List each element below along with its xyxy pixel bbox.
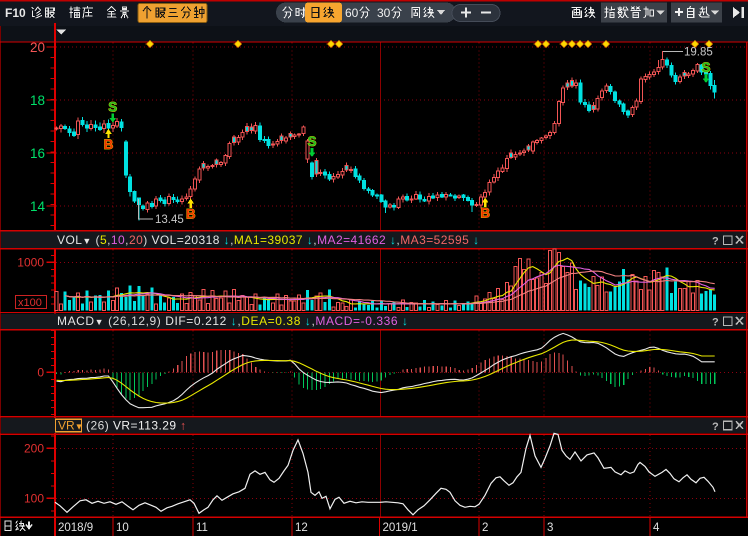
svg-text:2019/1: 2019/1 xyxy=(383,522,418,534)
svg-text:200: 200 xyxy=(24,441,44,455)
svg-text:19.85: 19.85 xyxy=(684,47,713,59)
svg-text:S: S xyxy=(307,134,316,149)
svg-text:?: ? xyxy=(712,317,719,329)
svg-text:F10: F10 xyxy=(5,6,26,20)
svg-text:3: 3 xyxy=(547,522,553,534)
svg-text:?: ? xyxy=(712,236,719,248)
svg-text:16: 16 xyxy=(30,146,45,161)
svg-text:VOL▼ (5,10,20) VOL=20318 ↓,M: VOL▼ (5,10,20) VOL=20318 ↓,MA1=39037 ↓,M… xyxy=(57,233,480,247)
svg-text:0: 0 xyxy=(37,366,44,380)
svg-text:10: 10 xyxy=(116,522,129,534)
svg-text:18: 18 xyxy=(30,93,45,108)
svg-text:?: ? xyxy=(712,421,719,433)
svg-text:4: 4 xyxy=(653,522,660,534)
svg-text:S: S xyxy=(108,100,117,115)
svg-text:100: 100 xyxy=(24,491,44,505)
svg-text:12: 12 xyxy=(295,522,308,534)
svg-text:2018/9: 2018/9 xyxy=(58,522,93,534)
svg-text:B: B xyxy=(104,137,114,152)
svg-text:2: 2 xyxy=(482,522,488,534)
svg-text:(26) VR=113.29 ↑: (26) VR=113.29 ↑ xyxy=(86,419,187,433)
svg-text:13.45: 13.45 xyxy=(155,214,184,226)
svg-text:30: 30 xyxy=(377,6,391,20)
svg-text:x100: x100 xyxy=(18,297,42,309)
svg-text:14: 14 xyxy=(30,199,46,214)
svg-text:1000: 1000 xyxy=(17,256,44,270)
svg-text:S: S xyxy=(701,60,710,75)
svg-text:VR▼: VR▼ xyxy=(58,419,84,433)
svg-text:MACD▼ (26,12,9) DIF=0.212 ↓: MACD▼ (26,12,9) DIF=0.212 ↓,DEA=0.38 ↓,M… xyxy=(57,314,409,328)
svg-text:20: 20 xyxy=(30,40,45,55)
svg-text:11: 11 xyxy=(196,522,208,534)
svg-text:B: B xyxy=(186,206,196,221)
svg-text:60: 60 xyxy=(345,6,359,20)
svg-text:B: B xyxy=(480,206,490,221)
